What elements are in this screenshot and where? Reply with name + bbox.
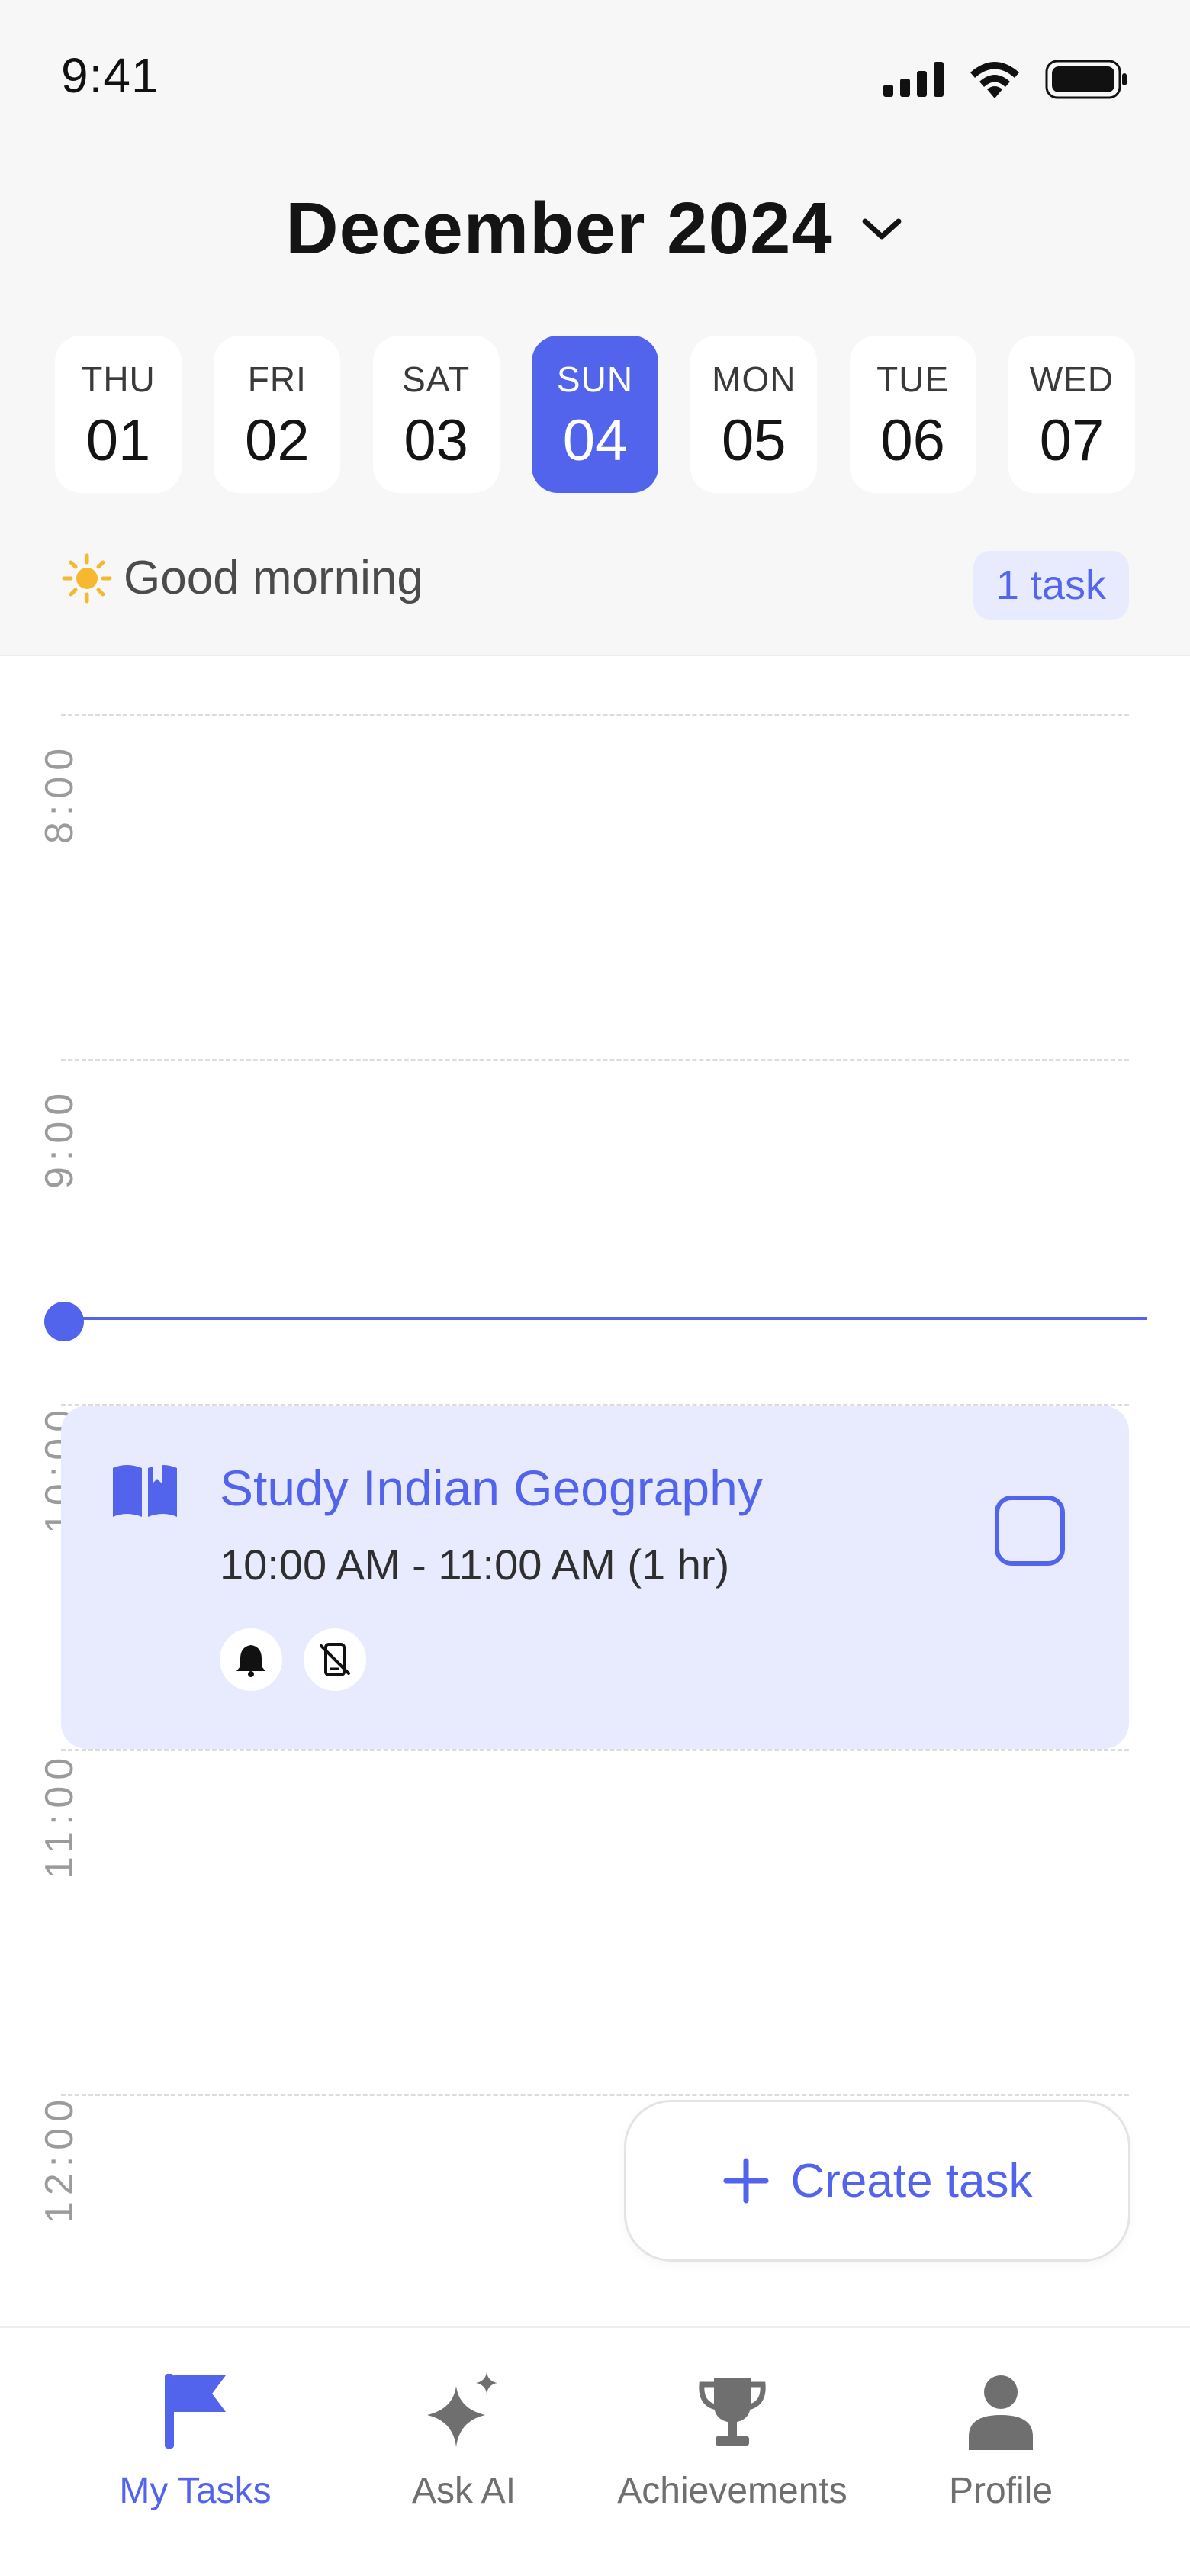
nav-my-tasks[interactable]: My Tasks (58, 2366, 333, 2542)
day-name: TUE (876, 359, 950, 399)
day-tue-06[interactable]: TUE 06 (849, 336, 976, 493)
person-icon (969, 2375, 1033, 2450)
day-sun-04-selected[interactable]: SUN 04 (531, 336, 658, 493)
greeting-text: Good morning (124, 552, 423, 604)
day-fri-02[interactable]: FRI 02 (214, 336, 341, 493)
nav-label: Profile (948, 2471, 1053, 2511)
task-count-badge: 1 task (973, 551, 1129, 620)
day-name: WED (1029, 359, 1114, 399)
header: 9:41 December 2024 THU 01 FRI 02 SAT 03 … (0, 0, 1190, 656)
day-number: 04 (562, 408, 628, 473)
nav-profile[interactable]: Profile (864, 2366, 1138, 2542)
nav-label: My Tasks (119, 2471, 272, 2511)
day-number: 07 (1039, 408, 1105, 473)
day-sat-03[interactable]: SAT 03 (372, 336, 500, 493)
hour-gridline (61, 1059, 1129, 1061)
task-time: 10:00 AM - 11:00 AM (1 hr) (220, 1541, 730, 1589)
focus-mode-indicator (304, 1628, 366, 1691)
status-time: 9:41 (61, 48, 159, 103)
nav-label: Achievements (617, 2471, 847, 2511)
day-wed-07[interactable]: WED 07 (1008, 336, 1135, 493)
create-task-label: Create task (790, 2154, 1033, 2207)
wifi-icon (970, 62, 1019, 98)
plus-icon (723, 2158, 769, 2204)
task-complete-checkbox[interactable] (995, 1496, 1065, 1566)
phone-off-icon (320, 1643, 350, 1676)
day-name: THU (81, 359, 156, 399)
create-task-button[interactable]: Create task (624, 2100, 1130, 2262)
current-time-dot (44, 1302, 84, 1341)
day-thu-01[interactable]: THU 01 (55, 336, 182, 493)
nav-achievements[interactable]: Achievements (595, 2366, 870, 2542)
day-number: 03 (404, 408, 468, 473)
nav-label: Ask AI (411, 2471, 516, 2511)
battery-icon (1045, 60, 1127, 99)
greeting: Good morning (61, 551, 423, 605)
day-number: 05 (722, 408, 786, 473)
sun-icon (62, 553, 112, 603)
hour-gridline (61, 1749, 1129, 1751)
open-book-icon (113, 1465, 177, 1517)
task-card[interactable]: Study Indian Geography 10:00 AM - 11:00 … (61, 1406, 1129, 1749)
month-selector[interactable]: December 2024 (0, 183, 1190, 275)
day-name: MON (712, 359, 796, 399)
hour-gridline (61, 2094, 1129, 2096)
status-bar: 9:41 (0, 0, 1190, 160)
day-name: SAT (402, 359, 471, 399)
flag-icon (165, 2374, 226, 2449)
bell-icon (236, 1645, 265, 1677)
reminder-indicator (220, 1628, 282, 1691)
sparkle-icon (427, 2372, 497, 2447)
status-icons (883, 60, 1129, 99)
current-time-line (63, 1317, 1147, 1320)
month-title: December 2024 (285, 188, 833, 269)
bottom-nav: My Tasks Ask AI Achievements Profile (0, 2326, 1190, 2576)
day-name: SUN (556, 359, 634, 399)
day-mon-05[interactable]: MON 05 (690, 336, 818, 493)
nav-ask-ai[interactable]: Ask AI (326, 2366, 601, 2542)
task-title: Study Indian Geography (220, 1460, 763, 1516)
day-number: 06 (880, 408, 945, 473)
chevron-down-icon[interactable] (859, 214, 905, 244)
cellular-signal-icon (883, 62, 944, 97)
day-number: 01 (85, 408, 151, 473)
day-strip: THU 01 FRI 02 SAT 03 SUN 04 MON 05 TUE 0… (55, 336, 1135, 493)
hour-gridline (61, 714, 1129, 716)
trophy-icon (699, 2378, 766, 2446)
day-number: 02 (245, 408, 310, 473)
day-name: FRI (247, 359, 307, 399)
